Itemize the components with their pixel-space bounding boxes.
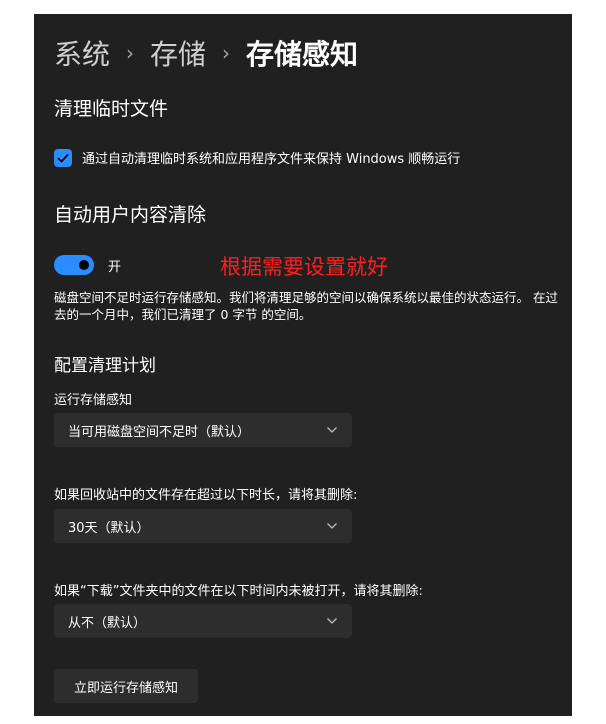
temp-files-checkbox[interactable] <box>54 148 72 167</box>
auto-cleanup-description: 磁盘空间不足时运行存储感知。我们将清理足够的空间以确保系统以最佳的状态运行。 在… <box>54 290 558 322</box>
temp-files-checkbox-row[interactable]: 通过自动清理临时系统和应用程序文件来保持 Windows 顺畅运行 <box>54 148 460 167</box>
storage-sense-toggle[interactable] <box>54 255 94 275</box>
breadcrumb-separator: › <box>222 41 231 65</box>
breadcrumb-storage[interactable]: 存储 <box>150 33 206 73</box>
checkmark-icon <box>57 153 69 163</box>
recycle-bin-dropdown[interactable]: 30天（默认） <box>54 509 352 543</box>
schedule-heading: 配置清理计划 <box>54 356 156 376</box>
breadcrumb-system[interactable]: 系统 <box>54 33 110 73</box>
recycle-bin-value: 30天（默认） <box>68 520 150 536</box>
run-storage-sense-label: 运行存储感知 <box>54 393 133 408</box>
breadcrumb-separator: › <box>126 41 135 65</box>
run-storage-sense-now-button[interactable]: 立即运行存储感知 <box>54 669 198 703</box>
toggle-state-label: 开 <box>108 259 122 275</box>
run-storage-sense-dropdown[interactable]: 当可用磁盘空间不足时（默认） <box>54 413 352 447</box>
chevron-down-icon <box>326 617 338 625</box>
chevron-down-icon <box>326 522 338 530</box>
downloads-label: 如果“下载”文件夹中的文件在以下时间内未被打开，请将其删除: <box>54 584 423 599</box>
recycle-bin-label: 如果回收站中的文件存在超过以下时长，请将其删除: <box>54 488 358 503</box>
breadcrumb: 系统 › 存储 › 存储感知 <box>54 31 358 75</box>
annotation-text: 根据需要设置就好 <box>220 255 388 279</box>
chevron-down-icon <box>326 426 338 434</box>
temp-files-checkbox-label: 通过自动清理临时系统和应用程序文件来保持 Windows 顺畅运行 <box>82 152 461 167</box>
page-title: 存储感知 <box>246 38 359 71</box>
temp-files-heading: 清理临时文件 <box>54 98 169 120</box>
downloads-dropdown[interactable]: 从不（默认） <box>54 604 352 638</box>
downloads-value: 从不（默认） <box>68 615 147 631</box>
settings-panel: 系统 › 存储 › 存储感知 清理临时文件 通过自动清理临时系统和应用程序文件来… <box>34 14 572 716</box>
run-storage-sense-value: 当可用磁盘空间不足时（默认） <box>68 424 251 440</box>
toggle-knob <box>79 260 89 270</box>
storage-sense-toggle-row[interactable]: 开 <box>54 255 121 275</box>
auto-cleanup-heading: 自动用户内容清除 <box>54 204 207 226</box>
